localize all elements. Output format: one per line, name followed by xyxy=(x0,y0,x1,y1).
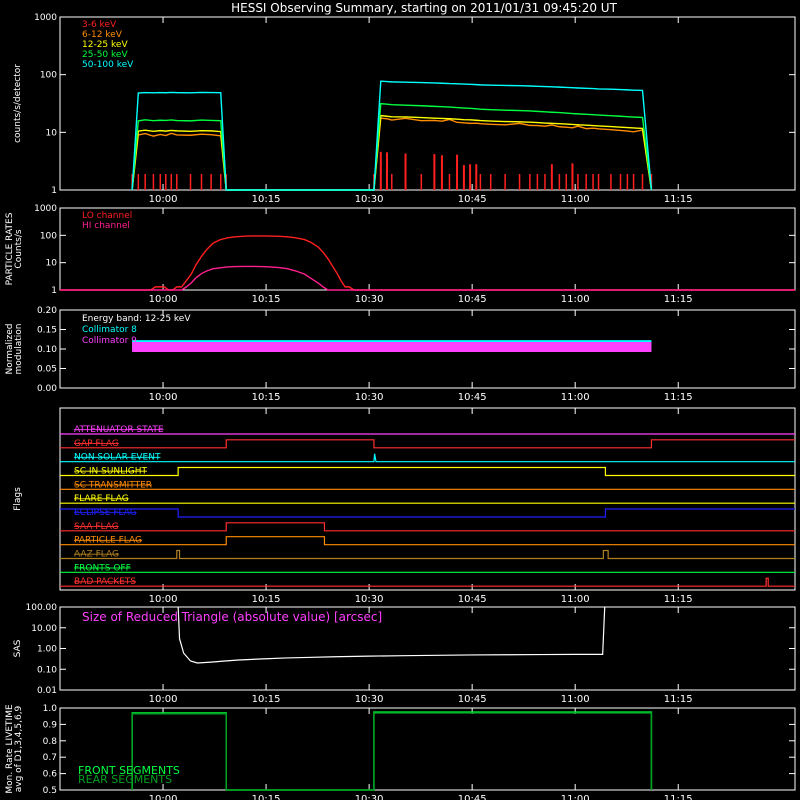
legend-entry: 25-50 keV xyxy=(82,50,128,60)
x-tick-label: 11:00 xyxy=(561,694,590,705)
x-tick-label: 10:00 xyxy=(149,594,178,605)
y-axis-label: Flags xyxy=(13,487,23,511)
flag-label: PARTICLE FLAG xyxy=(74,536,142,546)
x-tick-label: 11:15 xyxy=(664,194,693,205)
x-tick-label: 10:15 xyxy=(252,694,281,705)
x-tick-label: 11:15 xyxy=(664,294,693,305)
y-axis-label: counts/s/detector xyxy=(13,64,23,143)
flag-label: FLARE FLAG xyxy=(74,494,129,504)
flag-label: SC TRANSMITTER xyxy=(74,480,152,490)
y-tick-label: 0.5 xyxy=(43,786,57,796)
y-tick-label: 1 xyxy=(51,186,57,196)
x-tick-label: 10:15 xyxy=(252,794,281,800)
x-tick-label: 11:00 xyxy=(561,294,590,305)
legend-entry: 6-12 keV xyxy=(82,30,123,40)
x-tick-label: 11:15 xyxy=(664,594,693,605)
y-tick-label: 10.00 xyxy=(31,624,57,634)
x-tick-label: 11:00 xyxy=(561,392,590,403)
x-tick-label: 10:30 xyxy=(355,594,384,605)
y-tick-label: 1000 xyxy=(34,204,57,214)
flag-label: SAA FLAG xyxy=(74,522,119,532)
figure-title: HESSI Observing Summary, starting on 201… xyxy=(231,1,617,15)
x-tick-label: 11:15 xyxy=(664,694,693,705)
y-tick-label: 1000 xyxy=(34,13,57,23)
legend-annotation: Energy band: 12-25 keV xyxy=(82,314,191,324)
legend-entry: Collimator 9 xyxy=(82,336,137,346)
y-tick-label: 100.00 xyxy=(26,603,58,613)
x-tick-label: 10:45 xyxy=(458,294,487,305)
x-tick-label: 10:45 xyxy=(458,794,487,800)
x-tick-label: 10:15 xyxy=(252,294,281,305)
flag-label: AAZ FLAG xyxy=(74,550,119,560)
flag-label: ATTENUATOR STATE xyxy=(74,425,164,435)
x-tick-label: 10:00 xyxy=(149,794,178,800)
y-axis-label: SAS xyxy=(13,639,23,657)
x-tick-label: 11:15 xyxy=(664,794,693,800)
flag-label: FRONTS OFF xyxy=(74,563,131,573)
legend-entry: LO channel xyxy=(82,211,132,221)
y-tick-label: 1 xyxy=(51,286,57,296)
x-tick-label: 10:30 xyxy=(355,794,384,800)
y-tick-label: 0.05 xyxy=(37,365,57,375)
flag-label: BAD PACKETS xyxy=(74,577,136,587)
y-axis-label: modulation xyxy=(14,324,24,375)
flag-label: SC IN SUNLIGHT xyxy=(74,467,148,477)
x-tick-label: 10:45 xyxy=(458,594,487,605)
y-axis-label: Counts/s xyxy=(14,229,24,268)
y-tick-label: 0.15 xyxy=(37,326,57,336)
x-tick-label: 11:00 xyxy=(561,594,590,605)
y-tick-label: 0.01 xyxy=(37,686,57,696)
observing-summary-figure: HESSI Observing Summary, starting on 201… xyxy=(0,0,800,800)
x-tick-label: 11:00 xyxy=(561,194,590,205)
x-tick-label: 10:00 xyxy=(149,392,178,403)
legend-entry: 12-25 keV xyxy=(82,40,128,50)
y-tick-label: 0.8 xyxy=(43,737,58,747)
x-tick-label: 10:30 xyxy=(355,694,384,705)
x-tick-label: 10:00 xyxy=(149,194,178,205)
y-tick-label: 0.7 xyxy=(43,753,57,763)
y-tick-label: 0.9 xyxy=(43,720,58,730)
x-tick-label: 10:15 xyxy=(252,194,281,205)
x-tick-label: 10:45 xyxy=(458,694,487,705)
y-tick-label: 1.0 xyxy=(43,704,58,714)
x-tick-label: 11:15 xyxy=(664,392,693,403)
y-tick-label: 100 xyxy=(40,231,57,241)
x-tick-label: 10:45 xyxy=(458,194,487,205)
y-tick-label: 1.00 xyxy=(37,645,57,655)
x-tick-label: 10:15 xyxy=(252,594,281,605)
y-tick-label: 0.10 xyxy=(37,345,57,355)
legend-entry: REAR SEGMENTS xyxy=(78,773,172,786)
flag-label: ECLIPSE FLAG xyxy=(74,508,137,518)
x-tick-label: 10:30 xyxy=(355,194,384,205)
y-tick-label: 0.00 xyxy=(37,384,57,394)
flag-label: GAP FLAG xyxy=(74,439,119,449)
x-tick-label: 10:00 xyxy=(149,694,178,705)
legend-entry: 3-6 keV xyxy=(82,20,117,30)
y-tick-label: 0.20 xyxy=(37,306,57,316)
x-tick-label: 10:30 xyxy=(355,392,384,403)
legend-entry: 50-100 keV xyxy=(82,60,134,70)
legend-entry: HI channel xyxy=(82,221,130,231)
x-tick-label: 10:45 xyxy=(458,392,487,403)
y-tick-label: 0.6 xyxy=(43,770,58,780)
x-tick-label: 11:00 xyxy=(561,794,590,800)
y-tick-label: 100 xyxy=(40,71,57,81)
y-axis-label: avg of D1,3,4,5,6,9 xyxy=(14,705,24,792)
y-tick-label: 0.10 xyxy=(37,665,57,675)
sas-title: Size of Reduced Triangle (absolute value… xyxy=(82,610,382,624)
x-tick-label: 10:15 xyxy=(252,392,281,403)
legend-entry: Collimator 8 xyxy=(82,325,137,335)
x-tick-label: 10:00 xyxy=(149,294,178,305)
y-tick-label: 10 xyxy=(46,259,58,269)
x-tick-label: 10:30 xyxy=(355,294,384,305)
y-tick-label: 10 xyxy=(46,128,58,138)
flag-label: NON SOLAR EVENT xyxy=(74,453,161,463)
